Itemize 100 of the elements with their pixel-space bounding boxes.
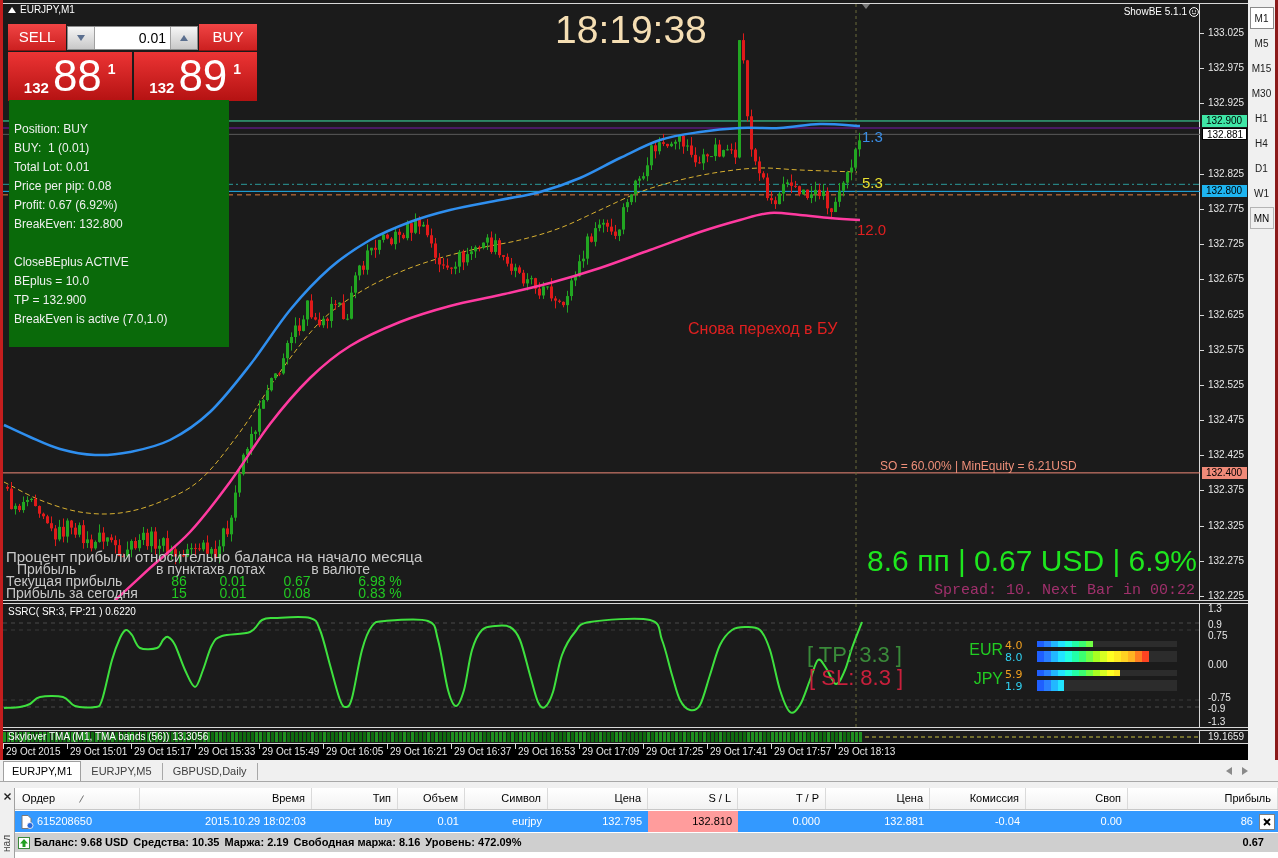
price-marker: 132.800 — [1202, 185, 1247, 198]
price-label: 132.725 — [1208, 238, 1245, 251]
scale-label: 0.9 — [1208, 620, 1222, 631]
price-label: 132.475 — [1208, 414, 1245, 427]
account-summary-item: Уровень: 472.09% — [425, 835, 522, 851]
chart-tab[interactable]: GBPUSD,Daily — [162, 763, 258, 780]
price-label: 132.225 — [1208, 590, 1245, 603]
time-label: 29 Oct 17:25 — [646, 746, 704, 758]
price-label: 132.775 — [1208, 202, 1245, 215]
price-marker: 132.400 — [1202, 466, 1247, 479]
timeframe-button[interactable]: M30 — [1249, 82, 1274, 104]
timeframe-button[interactable]: MN — [1249, 207, 1274, 229]
order-row[interactable]: 615208650 2015.10.29 18:02:03 buy 0.01 eurjpy 132.795 132.810 0.000 132.881 -0.04 0.00 86 — [15, 811, 1278, 832]
close-icon[interactable] — [3, 793, 11, 800]
currency-label: JPY — [973, 670, 1003, 688]
price-label: 132.575 — [1208, 343, 1245, 356]
table-cell-text: 2015.10.29 18:02:03 — [205, 814, 306, 830]
scale-label: 0.00 — [1208, 660, 1228, 670]
column-header[interactable]: Своп — [1026, 788, 1128, 809]
column-header[interactable]: Прибыль — [1128, 788, 1278, 809]
strength-value: 5.9 — [1005, 668, 1023, 681]
column-header[interactable]: Цена — [548, 788, 648, 809]
timeframe-button[interactable]: H1 — [1249, 107, 1274, 129]
price-label: 132.275 — [1208, 554, 1245, 567]
column-header[interactable]: Тип — [312, 788, 398, 809]
column-header[interactable]: Символ — [465, 788, 548, 809]
time-label: 29 Oct 16:53 — [518, 746, 576, 758]
table-cell-text: -0.04 — [994, 814, 1020, 830]
price-label: 132.825 — [1208, 167, 1245, 180]
timeframe-button[interactable]: H4 — [1249, 132, 1274, 154]
price-label: 132.675 — [1208, 273, 1245, 286]
chart-tab[interactable]: EURJPY,M1 — [3, 761, 82, 781]
chart-tab[interactable]: EURJPY,M5 — [81, 763, 163, 780]
strength-value: 4.0 — [1005, 639, 1023, 652]
column-header[interactable]: Время — [140, 788, 312, 809]
column-header[interactable]: Цена — [826, 788, 930, 809]
scale-label: 19.1659 — [1208, 731, 1246, 743]
price-marker: 132.881 — [1202, 128, 1247, 141]
indicator-title: SSRC( SR:3, FP:21 ) 0.6220 — [8, 606, 136, 618]
table-cell-text: 0.000 — [792, 814, 820, 830]
column-header[interactable]: T / P — [738, 788, 826, 809]
price-label: 133.025 — [1208, 27, 1245, 39]
table-cell-text: eurjpy — [512, 814, 542, 830]
account-summary-item: Маржа: 2.19 — [224, 835, 289, 851]
time-label: 29 Oct 16:05 — [326, 746, 384, 758]
timeframe-button[interactable]: M1 — [1249, 7, 1274, 29]
table-cell: 132.810 — [648, 811, 738, 832]
right-triangle-icon — [1242, 767, 1248, 775]
table-cell-text: 132.795 — [602, 814, 642, 830]
scale-label: 1.3 — [1208, 604, 1222, 614]
timeframe-button[interactable]: M5 — [1249, 32, 1274, 54]
table-cell-text: 615208650 — [37, 814, 93, 830]
total-profit: 0.67 — [1242, 835, 1264, 851]
column-header[interactable]: Ордер — [15, 788, 140, 809]
strength-value: 1.9 — [1005, 680, 1023, 693]
column-header[interactable]: S / L — [648, 788, 738, 809]
time-label: 29 Oct 17:41 — [710, 746, 768, 758]
timeframe-button[interactable]: D1 — [1249, 157, 1274, 179]
time-label: 29 Oct 15:17 — [134, 746, 192, 758]
price-label: 132.975 — [1208, 62, 1245, 75]
time-label: 29 Oct 2015 — [6, 746, 61, 758]
time-label: 29 Oct 16:21 — [390, 746, 448, 758]
column-header[interactable]: Комиссия — [930, 788, 1026, 809]
tma-title: Skylover TMA (M1, TMA bands (56)) 13.3056 — [8, 731, 209, 743]
time-label: 29 Oct 15:49 — [262, 746, 320, 758]
currency-label: EUR — [969, 641, 1003, 659]
table-cell-text: 132.881 — [884, 814, 924, 830]
left-triangle-icon — [1226, 767, 1232, 775]
time-label: 29 Oct 18:13 — [838, 746, 896, 758]
time-label: 29 Oct 15:01 — [70, 746, 128, 758]
scale-label: -1.3 — [1208, 717, 1226, 727]
price-label: 132.375 — [1208, 484, 1245, 497]
scale-label: 0.75 — [1208, 630, 1228, 641]
sort-icon — [79, 794, 85, 803]
timeframe-button[interactable]: M15 — [1249, 57, 1274, 79]
time-label: 29 Oct 17:09 — [582, 746, 640, 758]
price-label: 132.925 — [1208, 97, 1245, 110]
account-summary-item: Средства: 10.35 — [133, 835, 220, 851]
price-label: 132.425 — [1208, 449, 1245, 462]
table-cell-text: 86 — [1240, 814, 1253, 830]
price-label: 132.325 — [1208, 519, 1245, 532]
scale-label: -0.9 — [1208, 703, 1226, 714]
strength-value: 8.0 — [1005, 651, 1023, 664]
table-cell-text: buy — [374, 814, 392, 830]
document-icon — [20, 814, 34, 829]
column-header[interactable]: Объем — [398, 788, 465, 809]
scale-label: -0.75 — [1208, 693, 1231, 703]
arrow-up-icon — [18, 836, 30, 849]
account-summary-item: Баланс: 9.68 USD — [34, 835, 129, 851]
table-cell-text: 0.01 — [437, 814, 459, 830]
price-marker: 132.900 — [1202, 114, 1247, 127]
time-label: 29 Oct 16:37 — [454, 746, 512, 758]
timeframe-button[interactable]: W1 — [1249, 182, 1274, 204]
account-summary-item: Свободная маржа: 8.16 — [293, 835, 421, 851]
close-icon — [1263, 817, 1271, 826]
time-label: 29 Oct 15:33 — [198, 746, 256, 758]
price-label: 132.525 — [1208, 378, 1245, 391]
close-position-button[interactable] — [1259, 813, 1275, 830]
table-cell-text: 0.00 — [1100, 814, 1122, 830]
price-label: 132.625 — [1208, 308, 1245, 321]
